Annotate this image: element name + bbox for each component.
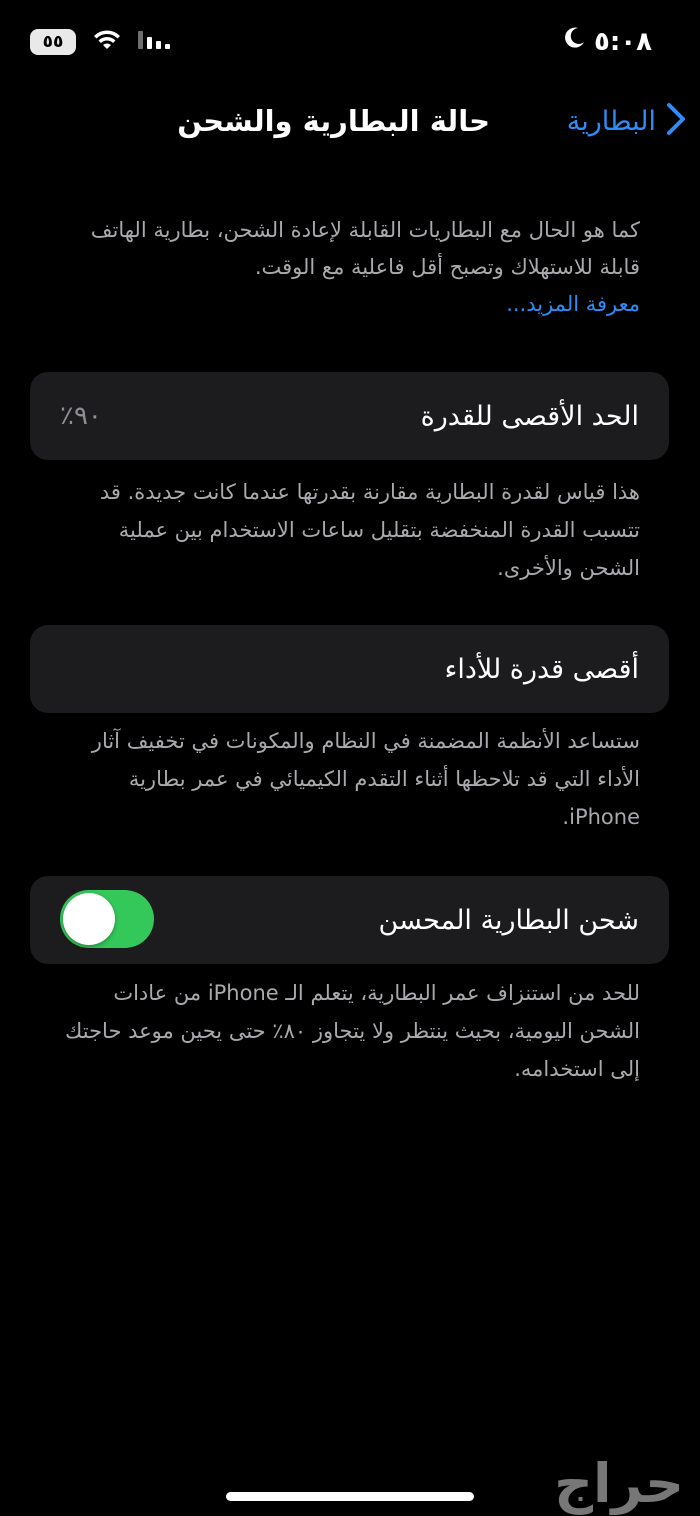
max-capacity-value: ٪٩٠: [60, 401, 102, 431]
clock-time: ٥:٠٨: [593, 26, 652, 57]
optimized-charging-label: شحن البطارية المحسن: [378, 904, 639, 936]
status-bar-clock: ٥:٠٨: [562, 26, 652, 57]
navigation-bar: البطارية حالة البطارية والشحن: [0, 96, 700, 156]
peak-performance-row: أقصى قدرة للأداء: [30, 625, 669, 713]
optimized-charging-row: شحن البطارية المحسن: [30, 876, 669, 964]
optimized-charging-toggle[interactable]: [60, 890, 154, 948]
max-capacity-row: الحد الأقصى للقدرة ٪٩٠: [30, 372, 669, 460]
back-button-label: البطارية: [566, 105, 656, 137]
home-indicator[interactable]: [226, 1492, 474, 1501]
peak-performance-footnote: ستساعد الأنظمة المضمنة في النظام والمكون…: [91, 729, 640, 829]
battery-percentage: ٥٥: [42, 32, 65, 52]
optimized-charging-footnote: للحد من استنزاف عمر البطارية، يتعلم الـ …: [65, 981, 640, 1081]
learn-more-link[interactable]: معرفة المزيد...: [80, 286, 640, 323]
back-button[interactable]: البطارية: [567, 102, 686, 140]
signal-icon: [138, 29, 170, 55]
watermark-logo: حراج: [554, 1452, 684, 1515]
status-bar-indicators: ٥٥: [30, 28, 170, 56]
max-capacity-label: الحد الأقصى للقدرة: [420, 400, 639, 432]
wifi-icon: [92, 28, 122, 56]
moon-icon: [562, 26, 586, 57]
intro-description: كما هو الحال مع البطاريات القابلة لإعادة…: [80, 212, 640, 323]
max-capacity-footnote: هذا قياس لقدرة البطارية مقارنة بقدرتها ع…: [99, 480, 640, 580]
status-bar: ٥٥ ٥:٠٨: [0, 0, 700, 84]
battery-icon: ٥٥: [30, 29, 76, 55]
watermark-text: حراج: [554, 1452, 684, 1515]
intro-text: كما هو الحال مع البطاريات القابلة لإعادة…: [90, 218, 640, 279]
page-title: حالة البطارية والشحن: [177, 104, 490, 138]
peak-performance-label: أقصى قدرة للأداء: [444, 653, 639, 685]
chevron-right-icon: [666, 102, 686, 140]
toggle-knob: [63, 893, 115, 945]
